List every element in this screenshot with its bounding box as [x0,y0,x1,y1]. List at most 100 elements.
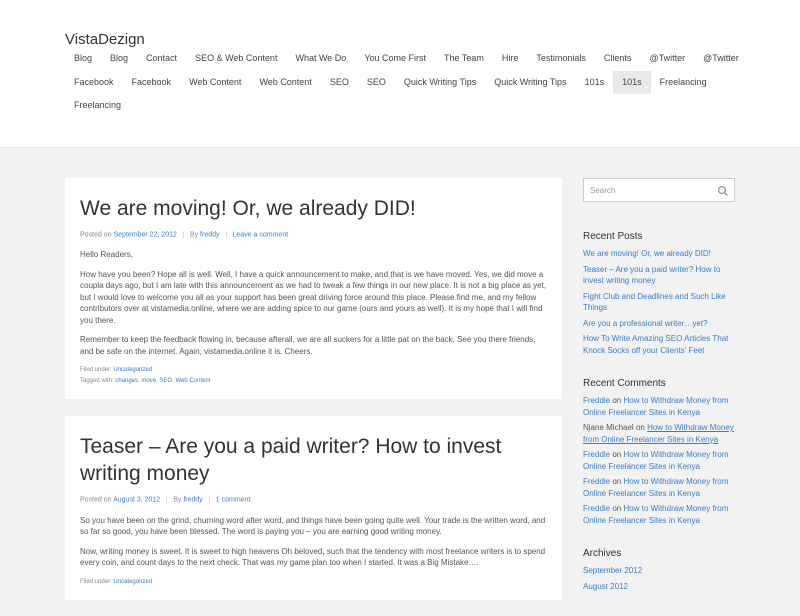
nav-item[interactable]: Facebook [65,71,123,95]
nav-item[interactable]: Hire [493,47,528,71]
post-title[interactable]: We are moving! Or, we already DID! [80,195,547,222]
post-paragraph: Hello Readers, [80,250,133,260]
tag-link[interactable]: SEO [159,378,172,384]
recent-posts-list: We are moving! Or, we already DID! Teaser… [583,248,735,356]
tag-link[interactable]: Web Content [175,378,210,384]
post-comments-link[interactable]: Leave a comment [233,231,289,238]
search-icon[interactable] [717,184,729,196]
nav-item[interactable]: Blog [65,47,101,71]
recent-post-link[interactable]: Are you a professional writer…yet? [583,319,708,328]
site-title[interactable]: VistaDezign [65,31,145,48]
recent-comments-list: Freddie on How to Withdraw Money from On… [583,395,735,526]
post-paragraph: How have you been? Hope all is well. Wel… [80,269,547,325]
post-title[interactable]: Teaser – Are you a paid writer? How to i… [80,433,547,487]
list-item: Teaser – Are you a paid writer? How to i… [583,264,735,287]
nav-item[interactable]: Web Content [180,71,250,95]
list-item: Njane Michael on How to Withdraw Money f… [583,422,735,445]
sidebar: Recent Posts We are moving! Or, we alrea… [583,178,735,596]
meta-divider [182,231,184,238]
nav-item[interactable]: Quick Writing Tips [395,71,485,95]
list-item: We are moving! Or, we already DID! [583,248,735,260]
comment-author[interactable]: Freddie [583,396,610,405]
nav-item[interactable]: Freelancing [651,71,716,95]
archives-title: Archives [583,548,622,559]
comment-on-label: on [635,423,645,432]
category-link[interactable]: Uncategorized [113,367,152,373]
post-author-link[interactable]: freddy [183,497,202,504]
archive-link[interactable]: September 2012 [583,566,642,575]
list-item: How To Write Amazing SEO Articles That K… [583,333,735,356]
nav-item[interactable]: Facebook [123,71,181,95]
nav-item[interactable]: SEO & Web Content [186,47,286,71]
post-card: We are moving! Or, we already DID! Posted… [65,178,562,400]
post-card: Teaser – Are you a paid writer? How to i… [65,416,562,600]
list-item: Freddie on How to Withdraw Money from On… [583,449,735,472]
nav-item[interactable]: @Twitter [640,47,694,71]
post-paragraph: Now, writing money is sweet. It is sweet… [80,546,546,568]
nav-item[interactable]: 101s [576,71,614,95]
archive-link[interactable]: August 2012 [583,582,628,591]
comment-on-label: on [612,477,622,486]
recent-post-link[interactable]: Teaser – Are you a paid writer? How to i… [583,265,720,286]
list-item: Freddie on How to Withdraw Money from On… [583,476,735,499]
nav-item[interactable]: Contact [137,47,186,71]
list-item: Fight Club and Deadlines and Such Like T… [583,291,735,314]
comment-author: Njane Michael [583,423,634,432]
list-item: Are you a professional writer…yet? [583,318,735,330]
main-nav: Blog Blog Contact SEO & Web Content What We … [65,47,765,118]
comment-author[interactable]: Freddie [583,450,610,459]
list-item: August 2012 [583,581,735,593]
posted-on-label: Posted on [80,231,112,239]
nav-item[interactable]: What We Do [286,47,355,71]
search-input[interactable] [584,179,714,201]
nav-item[interactable]: SEO [358,71,395,95]
comment-on-label: on [612,450,622,459]
post-comments-link[interactable]: 1 comment [216,497,251,504]
nav-item[interactable]: Web Content [250,71,320,95]
archives-list: September 2012 August 2012 [583,565,735,592]
search-form [583,178,735,202]
by-label: By [189,231,199,239]
recent-post-link[interactable]: We are moving! Or, we already DID! [583,249,711,258]
nav-item[interactable]: Freelancing [65,94,130,118]
category-link[interactable]: Uncategorized [113,579,152,585]
post-date-link[interactable]: August 3, 2012 [113,497,160,504]
comment-on-label: on [612,504,622,513]
tagged-label: Tagged with: [80,378,114,385]
meta-divider [225,231,227,238]
nav-item[interactable]: @Twitter [694,47,748,71]
filed-label: Filed under: [80,367,112,374]
nav-item[interactable]: Quick Writing Tips [485,71,575,95]
nav-item[interactable]: 101s [613,70,651,94]
post-meta: Posted on September 22, 2012 By freddy Lea… [80,231,547,238]
recent-posts-title: Recent Posts [583,231,643,242]
nav-item[interactable]: Blog [101,47,137,71]
posted-on-label: Posted on [80,496,112,504]
content-area: We are moving! Or, we already DID! Posted… [65,178,562,616]
meta-divider [208,496,210,504]
meta-divider [166,496,168,504]
filed-under: Filed under: Uncategorized [80,365,547,376]
nav-item[interactable]: SEO [321,71,358,95]
post-meta: Posted on August 3, 2012 By freddy 1 comme… [80,496,547,504]
tag-link[interactable]: move [141,378,156,384]
by-label: By [173,496,182,504]
filed-under: Filed under: Uncategorized [80,577,547,588]
post-date-link[interactable]: September 22, 2012 [113,231,176,238]
site-header: VistaDezign Blog Blog Contact SEO & Web Con… [0,0,800,148]
recent-post-link[interactable]: Fight Club and Deadlines and Such Like T… [583,292,726,313]
comment-author[interactable]: Freddie [583,504,610,513]
tag-link[interactable]: changes [115,378,138,384]
tagged-with: Tagged with: changes, move, SEO, Web Con… [80,378,211,385]
post-paragraph: Remember to keep the feedback flowing in… [80,335,536,356]
nav-item[interactable]: Testimonials [527,47,595,71]
comment-author[interactable]: Freddie [583,477,610,486]
nav-item[interactable]: The Team [435,47,493,71]
nav-item[interactable]: Clients [595,47,641,71]
nav-item[interactable]: You Come First [355,47,435,71]
list-item: Freddie on How to Withdraw Money from On… [583,503,735,526]
list-item: September 2012 [583,565,735,577]
recent-comments-title: Recent Comments [583,378,666,389]
recent-post-link[interactable]: How To Write Amazing SEO Articles That K… [583,334,728,355]
post-author-link[interactable]: freddy [200,231,219,238]
